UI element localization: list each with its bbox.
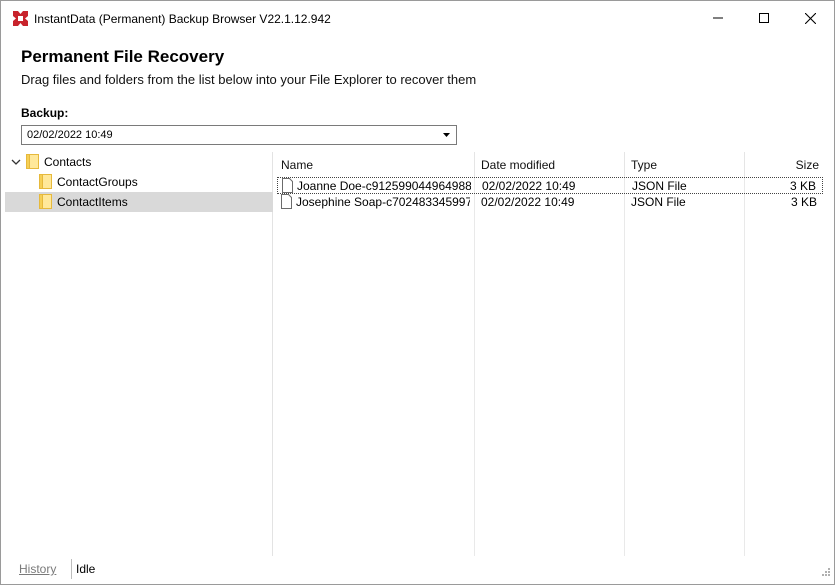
folder-icon [39, 174, 52, 189]
folder-icon [39, 194, 52, 209]
status-text: Idle [76, 562, 96, 576]
minimize-icon [713, 17, 723, 19]
app-logo-icon [13, 11, 28, 26]
minimize-button[interactable] [695, 1, 741, 35]
file-size: 3 KB [789, 179, 816, 193]
column-header-type[interactable]: Type [625, 152, 745, 176]
maximize-icon [759, 13, 769, 23]
chevron-down-icon[interactable] [10, 156, 22, 168]
window-title: InstantData (Permanent) Backup Browser V… [34, 12, 331, 26]
column-header-size[interactable]: Size [745, 152, 824, 176]
tree-item-contactitems[interactable]: ContactItems [5, 192, 273, 212]
file-date: 02/02/2022 10:49 [481, 195, 575, 209]
page-title: Permanent File Recovery [21, 47, 225, 66]
app-window: InstantData (Permanent) Backup Browser V… [0, 0, 835, 585]
tree-item-label: ContactItems [57, 195, 128, 209]
maximize-button[interactable] [741, 1, 787, 35]
backup-select[interactable]: 02/02/2022 10:49 [21, 125, 457, 145]
file-list[interactable]: Name Date modified Type Size Joanne Doe-… [275, 152, 824, 556]
file-name: Joanne Doe-c9125990449649884... [297, 179, 471, 193]
backup-select-value: 02/02/2022 10:49 [27, 129, 113, 141]
page-subtitle: Drag files and folders from the list bel… [21, 72, 477, 87]
file-size: 3 KB [790, 195, 817, 209]
tree-item-label: Contacts [44, 155, 92, 169]
folder-icon [26, 154, 39, 169]
file-icon [282, 178, 293, 193]
tree-item-contacts[interactable]: Contacts [5, 152, 273, 172]
close-button[interactable] [787, 1, 833, 35]
dropdown-arrow-icon[interactable] [439, 127, 453, 143]
file-type: JSON File [632, 179, 687, 193]
table-row[interactable]: Joanne Doe-c9125990449649884... 02/02/20… [277, 177, 823, 194]
title-bar[interactable]: InstantData (Permanent) Backup Browser V… [1, 1, 834, 35]
column-divider [624, 176, 625, 556]
backup-label: Backup: [21, 106, 69, 120]
column-divider [744, 176, 745, 556]
status-bar: History Idle [1, 556, 834, 584]
column-header-name[interactable]: Name [275, 152, 475, 176]
resize-grip-icon[interactable] [819, 567, 831, 579]
history-link[interactable]: History [19, 562, 56, 576]
close-icon [804, 12, 816, 24]
file-date: 02/02/2022 10:49 [482, 179, 576, 193]
column-header-date[interactable]: Date modified [475, 152, 625, 176]
file-icon [281, 194, 292, 209]
folder-tree[interactable]: Contacts ContactGroups ContactItems [5, 152, 273, 556]
file-name: Josephine Soap-c7024833459972... [296, 195, 470, 209]
tree-item-label: ContactGroups [57, 175, 138, 189]
status-divider [71, 559, 72, 579]
table-row[interactable]: Josephine Soap-c7024833459972... 02/02/2… [277, 194, 823, 211]
file-type: JSON File [631, 195, 686, 209]
tree-item-contactgroups[interactable]: ContactGroups [5, 172, 273, 192]
column-divider [474, 176, 475, 556]
